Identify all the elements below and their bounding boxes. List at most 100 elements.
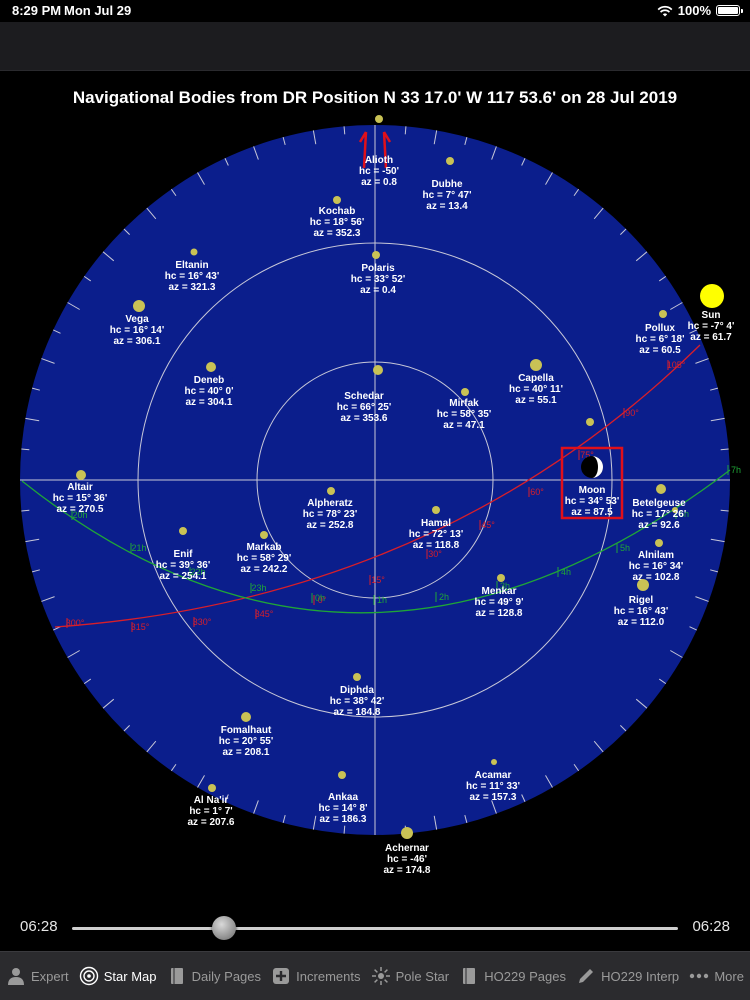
star-dot (372, 251, 380, 259)
tab-label: More (714, 968, 744, 984)
tab-increments[interactable]: Increments (271, 966, 360, 986)
body-name: Alpheratz (307, 498, 353, 509)
body-name: Pollux (645, 323, 675, 334)
tab-star-map[interactable]: Star Map (79, 966, 156, 986)
body-name: Alnilam (638, 550, 674, 561)
body-azimuth: az = 353.6 (341, 413, 388, 424)
body-name: Vega (125, 314, 149, 325)
body-name: Moon (579, 485, 606, 496)
body-label: Achernar hc = -46' az = 174.8 (384, 843, 431, 876)
star-dot (659, 310, 667, 318)
body-name: Altair (67, 482, 93, 493)
body-azimuth: az = 208.1 (223, 747, 270, 758)
slider-thumb[interactable] (211, 916, 236, 940)
body-azimuth: az = 306.1 (114, 336, 161, 347)
body-azimuth: az = 304.1 (186, 397, 233, 408)
body-azimuth: az = 174.8 (384, 865, 431, 876)
body-altitude: hc = 72° 13' (409, 529, 463, 540)
ecliptic-label: 60° (530, 487, 544, 497)
body-altitude: hc = 38° 42' (330, 696, 384, 707)
star-dot (432, 506, 440, 514)
star-dot (338, 771, 346, 779)
horizon-tick (720, 509, 729, 512)
horizon-tick (343, 126, 346, 135)
star-dot (327, 487, 335, 495)
body-azimuth: az = 242.2 (241, 564, 288, 575)
body-name: Mirfak (449, 398, 479, 409)
body-name: Alioth (365, 155, 393, 166)
plus-icon (273, 968, 290, 984)
star-dot (241, 712, 251, 722)
body-altitude: hc = 78° 23' (303, 509, 357, 520)
tab-label: Increments (296, 968, 361, 984)
tab-label: Pole Star (395, 968, 450, 984)
horizon-tick (343, 825, 346, 834)
body-altitude: hc = 17° 26' (632, 509, 686, 520)
star-dot (656, 484, 666, 494)
body-azimuth: az = 207.6 (188, 817, 235, 828)
equator-label: 1h (377, 595, 387, 605)
star-dot (179, 527, 187, 535)
body-azimuth: az = 157.3 (470, 792, 517, 803)
tab-pole-star[interactable]: Pole Star (371, 966, 449, 986)
book-icon (170, 968, 183, 984)
pencil-icon (579, 969, 594, 983)
body-altitude: hc = -46' (387, 854, 427, 865)
body-name: Rigel (629, 595, 654, 606)
body-altitude: hc = 33° 52' (351, 274, 405, 285)
star-map[interactable]: 300° 315° 330°345°0°15°30°45°60°75°90°105°… (0, 105, 750, 885)
star-dot (333, 196, 341, 204)
equator-label: 7h (731, 465, 741, 475)
star-dot (655, 539, 663, 547)
ecliptic-label: 45° (481, 520, 495, 530)
horizon-tick (404, 126, 407, 135)
body-label: Menkar hc = 49° 9' az = 128.8 (475, 586, 524, 619)
extra-star-dot (586, 418, 594, 426)
body-altitude: hc = 58° 29' (237, 553, 291, 564)
star-dot (353, 673, 361, 681)
body-label: Fomalhaut hc = 20° 55' az = 208.1 (219, 725, 273, 758)
body-name: Deneb (194, 375, 225, 386)
status-time: 8:29 PM (12, 3, 62, 18)
body-azimuth: az = 0.4 (360, 285, 396, 296)
body-name: Sun (702, 310, 721, 321)
star-dot (208, 784, 216, 792)
tab-daily-pages[interactable]: Daily Pages (167, 966, 261, 986)
moon-icon (581, 456, 603, 478)
body-altitude: hc = 20° 55' (219, 736, 273, 747)
time-slider[interactable]: 06:28 06:28 (0, 910, 750, 946)
tab-expert[interactable]: Expert (6, 966, 69, 986)
body-name: Kochab (319, 206, 356, 217)
body-azimuth: az = 60.5 (639, 345, 681, 356)
body-name: Polaris (361, 263, 395, 274)
body-altitude: hc = 7° 47' (423, 190, 472, 201)
body-altitude: hc = 15° 36' (53, 493, 107, 504)
body-altitude: hc = 16° 43' (165, 271, 219, 282)
body-altitude: hc = 34° 53' (565, 496, 619, 507)
body-label: Betelgeuse hc = 17° 26' az = 92.6 (632, 498, 686, 531)
body-sun[interactable]: Sun hc = -7° 4' az = 61.7 (688, 284, 735, 343)
body-azimuth: az = 112.0 (618, 617, 665, 628)
body-label: Schedar hc = 66° 25' az = 353.6 (337, 391, 391, 424)
body-altitude: hc = 66° 25' (337, 402, 391, 413)
star-dot (401, 827, 413, 839)
book-icon (463, 968, 476, 984)
body-name: Dubhe (431, 179, 463, 190)
tab-ho229-pages[interactable]: HO229 Pages (459, 966, 566, 986)
tab-bar: Expert Star Map Daily Pages Increments P… (0, 951, 750, 1000)
body-altitude: hc = -7° 4' (688, 321, 735, 332)
body-label: Alpheratz hc = 78° 23' az = 252.8 (303, 498, 357, 531)
body-azimuth: az = 254.1 (160, 571, 207, 582)
horizon-tick (720, 448, 729, 451)
slider-track[interactable] (72, 927, 678, 930)
tab-more[interactable]: More (689, 966, 744, 986)
body-name: Fomalhaut (221, 725, 272, 736)
tab-ho229-interp[interactable]: HO229 Interp (576, 966, 679, 986)
body-altitude: hc = 39° 36' (156, 560, 210, 571)
body-azimuth: az = 118.8 (413, 540, 460, 551)
star-dot (497, 574, 505, 582)
body-azimuth: az = 252.8 (307, 520, 354, 531)
star-dot (530, 359, 542, 371)
slider-start-time: 06:28 (20, 918, 58, 935)
star-dot (375, 115, 383, 123)
